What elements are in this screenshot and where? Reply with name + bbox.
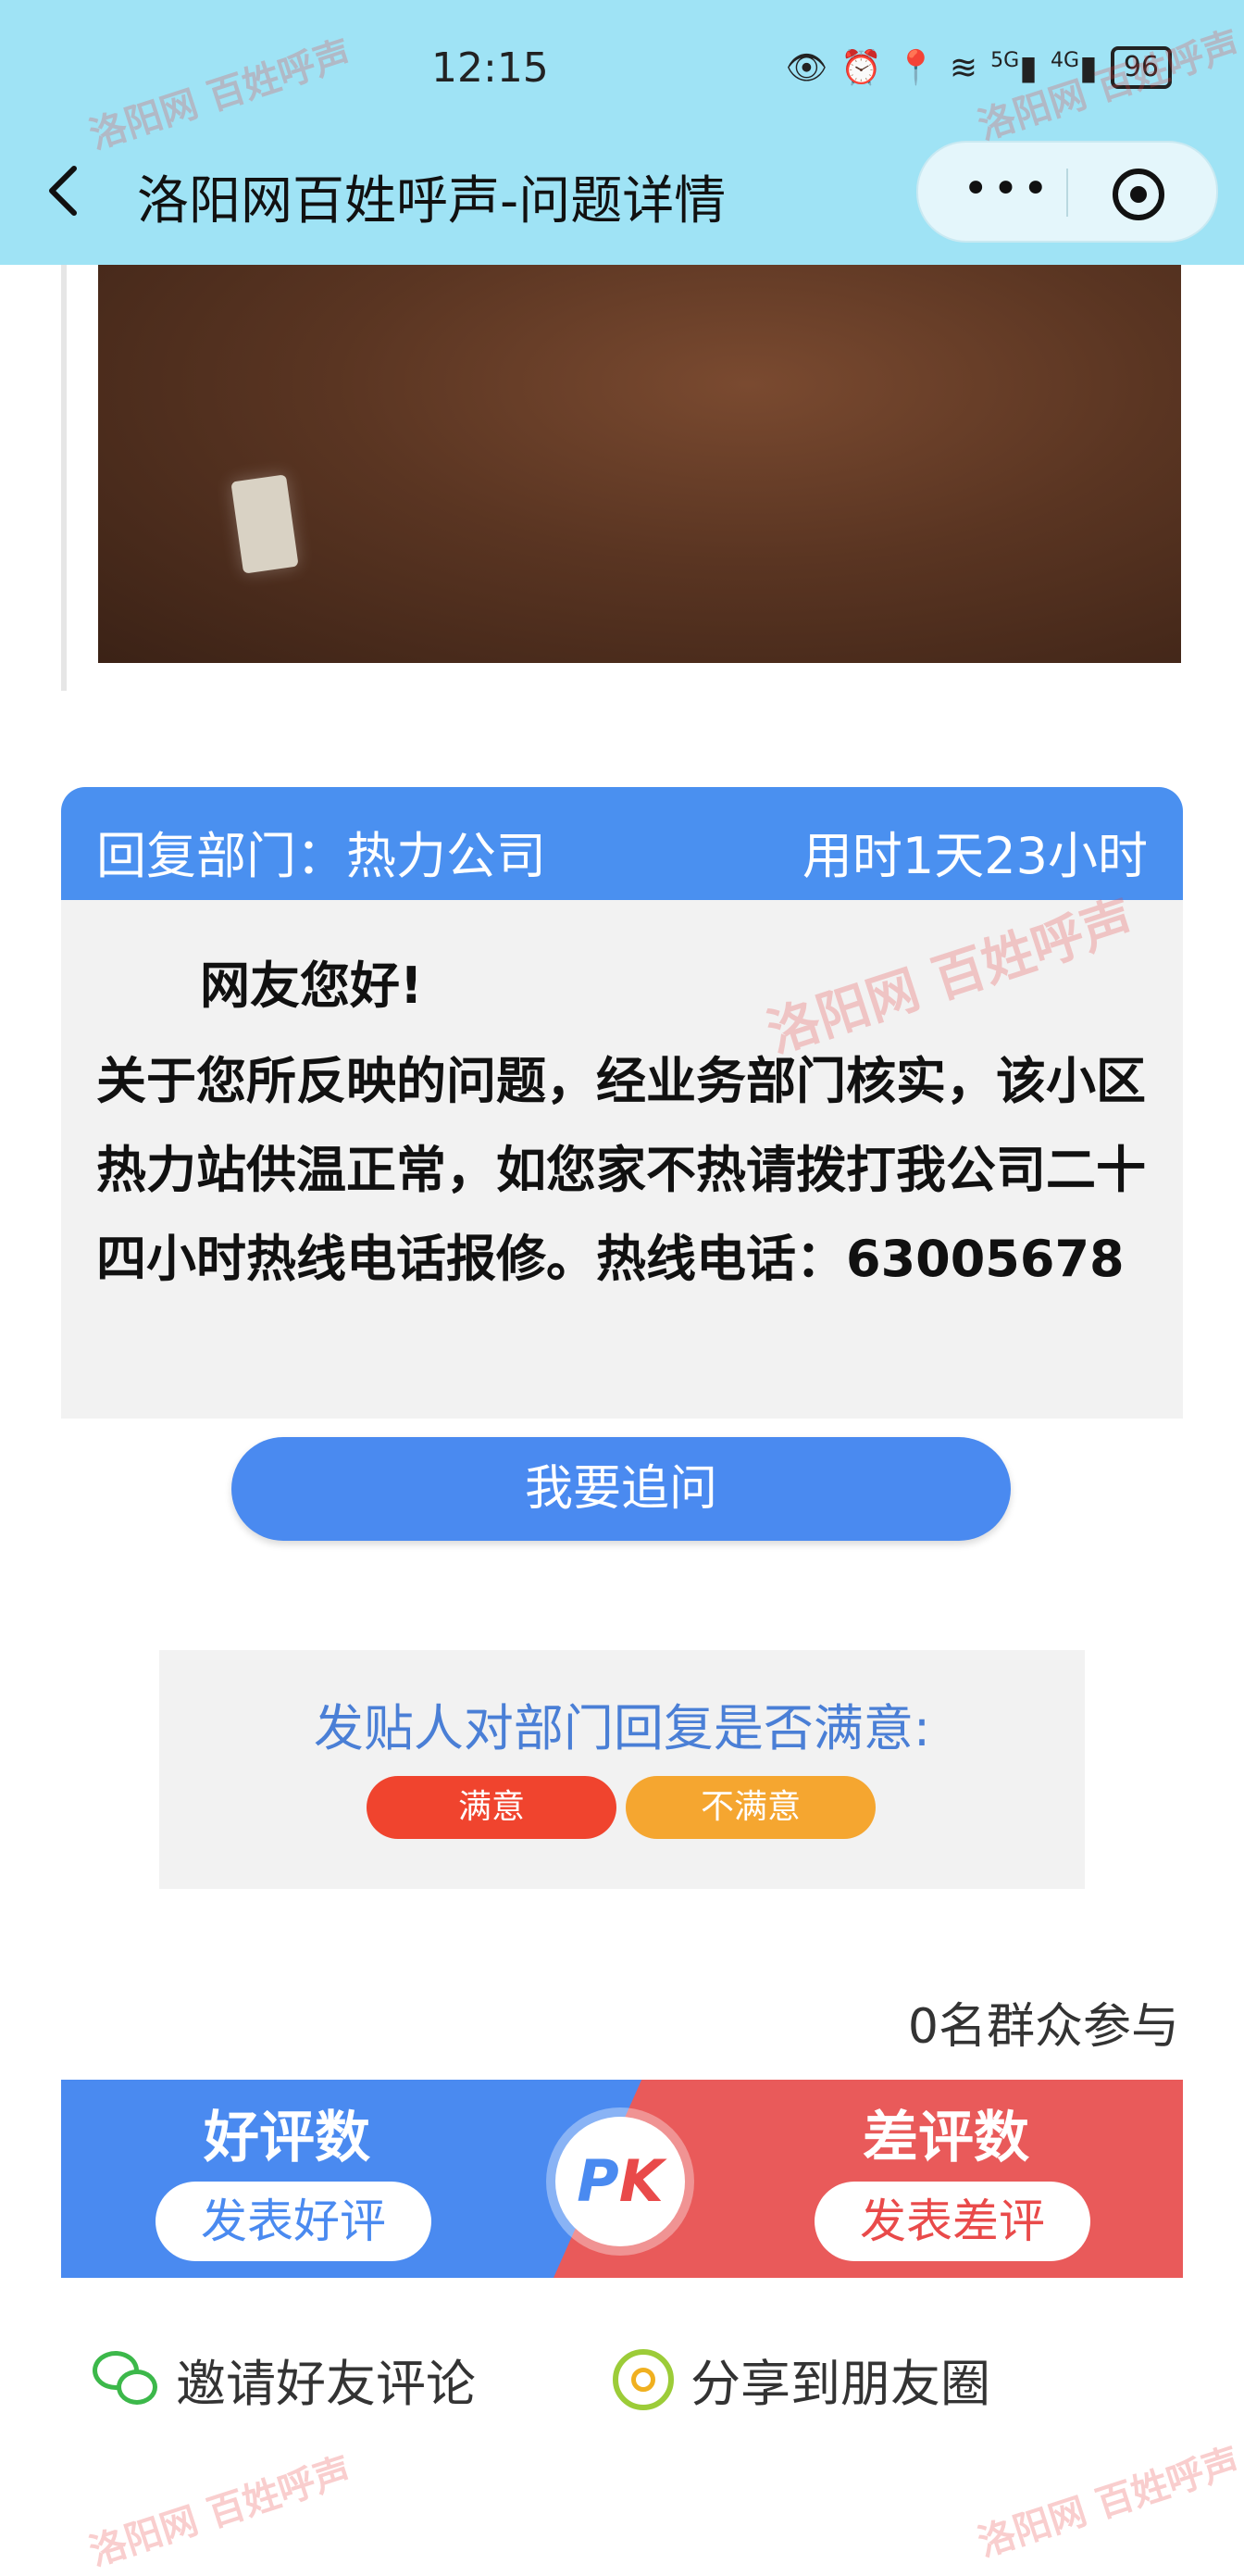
more-menu-icon[interactable]: ••• xyxy=(963,167,1052,211)
pk-panel: 好评数 差评数 发表好评 发表差评 PK xyxy=(61,2080,1183,2278)
close-target-icon[interactable] xyxy=(1113,169,1164,220)
post-good-review-button[interactable]: 发表好评 xyxy=(156,2182,431,2261)
location-icon: 📍 xyxy=(895,49,937,87)
good-review-title: 好评数 xyxy=(204,2106,370,2170)
moments-icon xyxy=(613,2348,674,2410)
eye-icon: 👁 xyxy=(785,49,828,87)
share-moments-button[interactable]: 分享到朋友圈 xyxy=(613,2343,990,2416)
unsatisfied-button[interactable]: 不满意 xyxy=(626,1776,876,1839)
issue-photo[interactable] xyxy=(98,265,1181,663)
mini-program-capsule: ••• xyxy=(916,141,1218,243)
wall-socket-image xyxy=(230,474,299,574)
wifi-icon: ≋ xyxy=(949,48,978,87)
reply-time-used: 用时1天23小时 xyxy=(802,827,1148,885)
page-title: 洛阳网百姓呼声-问题详情 xyxy=(137,171,727,231)
watermark: 洛阳网 百姓呼声 xyxy=(973,2440,1244,2566)
reply-department: 回复部门：热力公司 xyxy=(96,827,546,885)
back-icon[interactable] xyxy=(44,163,81,219)
moments-label: 分享到朋友圈 xyxy=(690,2355,990,2413)
alarm-icon: ⏰ xyxy=(840,49,883,87)
reply-greeting: 网友您好! xyxy=(200,957,423,1015)
participants-count: 0名群众参与 xyxy=(907,1999,1179,2055)
watermark: 洛阳网 百姓呼声 xyxy=(84,2449,357,2575)
reply-header: 回复部门：热力公司 用时1天23小时 xyxy=(61,787,1183,900)
post-bad-review-button[interactable]: 发表差评 xyxy=(815,2182,1090,2261)
satisfaction-panel: 发贴人对部门回复是否满意: 满意 不满意 xyxy=(159,1650,1085,1889)
bad-review-title: 差评数 xyxy=(863,2106,1029,2170)
followup-button[interactable]: 我要追问 xyxy=(231,1437,1011,1541)
reply-content: 关于您所反映的问题，经业务部门核实，该小区热力站供温正常，如您家不热请拨打我公司… xyxy=(96,1052,1146,1288)
pk-badge: PK xyxy=(555,2117,685,2246)
wechat-icon xyxy=(93,2350,159,2408)
status-time: 12:15 xyxy=(431,44,549,92)
photo-left-border xyxy=(61,265,67,691)
satisfied-button[interactable]: 满意 xyxy=(367,1776,616,1839)
invite-friends-button[interactable]: 邀请好友评论 xyxy=(93,2343,476,2416)
capsule-divider xyxy=(1066,169,1068,217)
satisfaction-question: 发贴人对部门回复是否满意: xyxy=(313,1699,931,1757)
invite-label: 邀请好友评论 xyxy=(176,2355,476,2413)
